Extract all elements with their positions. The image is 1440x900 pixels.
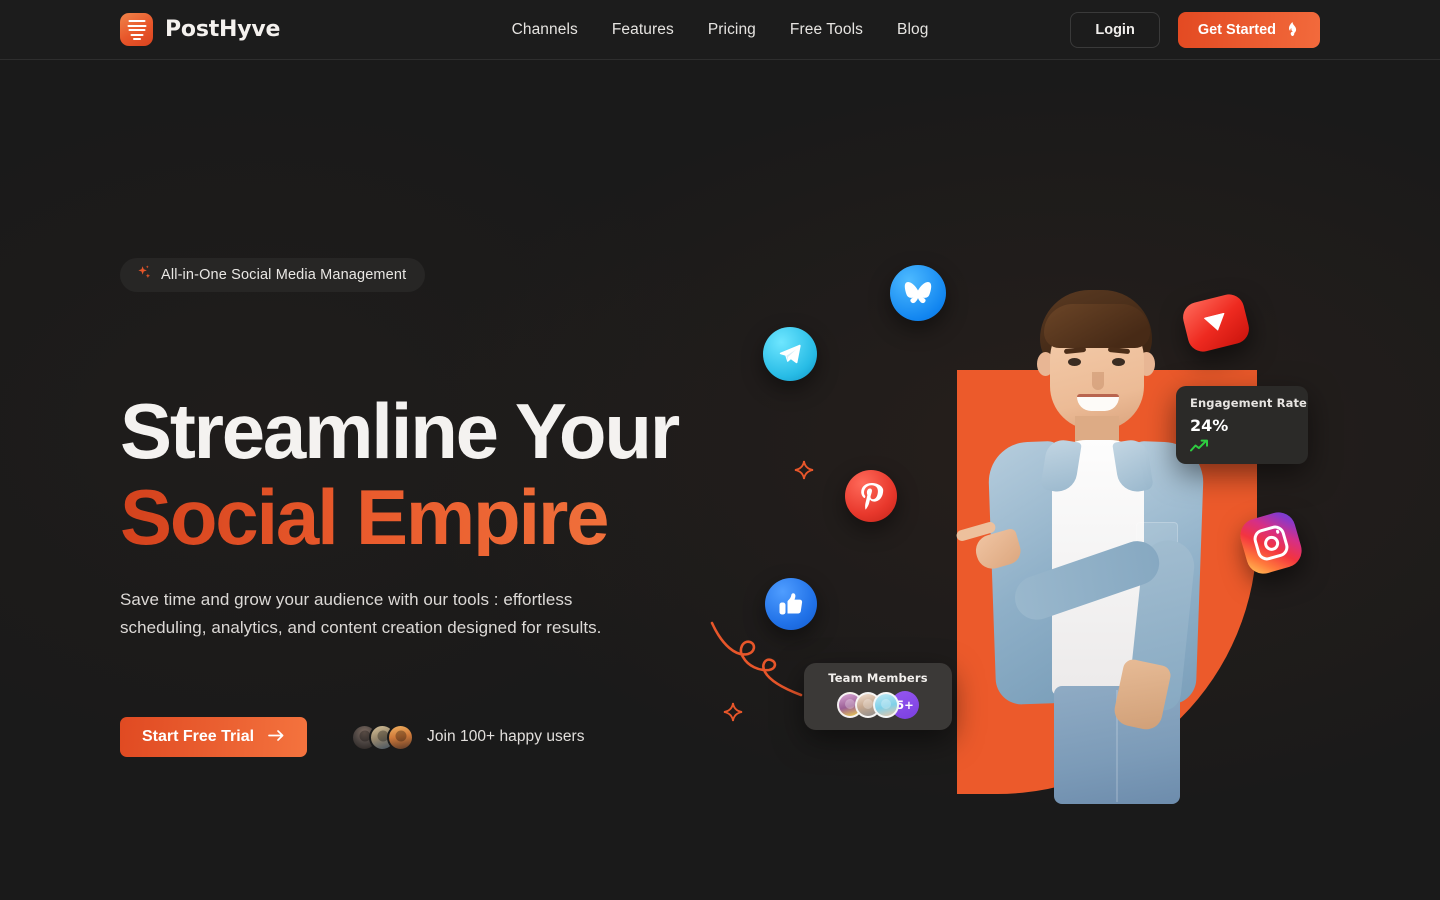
engagement-rate-card: Engagement Rate 24% (1176, 386, 1308, 464)
social-proof: Join 100+ happy users (351, 723, 585, 751)
instagram-frame-icon (1251, 523, 1291, 563)
avatar-group (351, 723, 415, 751)
team-members-card: Team Members 5+ (804, 663, 952, 730)
nav-item-free-tools[interactable]: Free Tools (790, 21, 863, 39)
page-title: Streamline Your Social Empire (120, 392, 680, 556)
facebook-like-icon[interactable] (765, 578, 817, 630)
hero-person-image (940, 290, 1270, 804)
sparkle-decoration (723, 702, 743, 727)
hero-subtitle: Save time and grow your audience with ou… (120, 590, 602, 637)
brand-name: PostHyve (165, 17, 281, 42)
sparkle-icon (135, 264, 152, 286)
nav-item-blog[interactable]: Blog (897, 21, 928, 39)
nav-item-features[interactable]: Features (612, 21, 674, 39)
arrow-right-icon (268, 729, 285, 745)
bluesky-icon[interactable] (890, 265, 946, 321)
engagement-rate-value: 24% (1190, 416, 1229, 435)
main-nav: Channels Features Pricing Free Tools Blo… (512, 21, 929, 39)
headline-line-1: Streamline Your (120, 387, 680, 475)
headline-line-2: Social Empire (120, 478, 678, 556)
telegram-icon[interactable] (763, 327, 817, 381)
login-button[interactable]: Login (1070, 11, 1160, 48)
nav-item-pricing[interactable]: Pricing (708, 21, 756, 39)
hero-section: All-in-One Social Media Management Strea… (0, 60, 1440, 900)
site-header: PostHyve Channels Features Pricing Free … (0, 0, 1440, 60)
start-free-trial-label: Start Free Trial (142, 728, 255, 745)
social-proof-label: Join 100+ happy users (427, 728, 585, 745)
sparkle-decoration (794, 460, 814, 485)
hero-badge[interactable]: All-in-One Social Media Management (120, 258, 426, 292)
nav-item-channels[interactable]: Channels (512, 21, 578, 39)
avatar (387, 723, 415, 751)
header-actions: Login Get Started (1070, 11, 1320, 48)
hero-cta-row: Start Free Trial Join 100+ happy users (120, 717, 585, 757)
play-triangle-icon (1203, 312, 1229, 334)
team-avatar-group: 5+ (804, 691, 952, 719)
avatar (873, 692, 899, 718)
hive-logo-icon (120, 13, 153, 46)
brand-logo[interactable]: PostHyve (120, 13, 280, 46)
trending-up-icon (1190, 439, 1308, 457)
start-free-trial-button[interactable]: Start Free Trial (120, 717, 308, 757)
team-members-label: Team Members (828, 671, 928, 685)
hero-visual: Engagement Rate 24% Team Members 5+ (690, 180, 1370, 880)
pinterest-icon[interactable] (845, 470, 897, 522)
flame-icon (1285, 21, 1300, 39)
get-started-label: Get Started (1197, 21, 1276, 38)
get-started-button[interactable]: Get Started (1177, 11, 1320, 48)
hero-badge-label: All-in-One Social Media Management (161, 267, 407, 283)
engagement-rate-label: Engagement Rate (1190, 396, 1307, 410)
